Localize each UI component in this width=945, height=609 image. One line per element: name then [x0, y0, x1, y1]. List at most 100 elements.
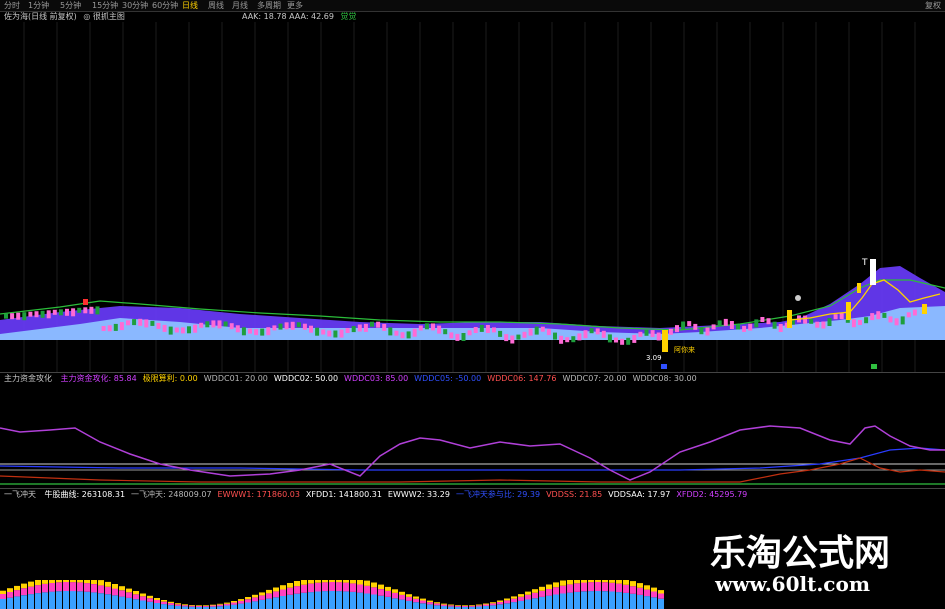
candle [315, 327, 320, 336]
histogram-bar [294, 586, 300, 594]
histogram-bar [28, 581, 34, 587]
histogram-bar [259, 599, 265, 609]
histogram-bar [315, 580, 321, 583]
candle [528, 328, 533, 336]
tab-1min[interactable]: 1分钟 [28, 0, 49, 11]
candle [52, 309, 57, 315]
tab-monthly[interactable]: 月线 [232, 0, 248, 11]
histogram-bar [581, 580, 587, 583]
histogram-bar [350, 580, 356, 584]
candle [821, 321, 826, 329]
indicator-value-7: VDDSAA: 17.97 [608, 490, 671, 499]
indicator2-name[interactable]: 一飞冲天 [4, 490, 36, 499]
top-marker: T [861, 258, 868, 268]
histogram-bar [280, 585, 286, 590]
candle [180, 327, 185, 334]
histogram-bar [42, 580, 48, 584]
tab-multi-period[interactable]: 多周期 [257, 0, 281, 11]
tab-30min[interactable]: 30分钟 [122, 0, 148, 11]
candle [461, 333, 466, 341]
candle [248, 328, 252, 334]
purple-indicator-line [0, 425, 945, 481]
histogram-bar [98, 585, 104, 594]
histogram-bar [14, 596, 20, 609]
candle [333, 330, 338, 338]
candle [211, 320, 216, 328]
candle [156, 322, 161, 329]
candle [620, 338, 625, 345]
tab-daily[interactable]: 日线 [182, 0, 198, 11]
indicator-value-6: WDDC06: 147.76 [487, 374, 557, 383]
indicator1-chart[interactable] [0, 384, 945, 488]
histogram-bar [399, 594, 405, 600]
stats-label: AAK: 18.78 AAA: 42.69 [242, 12, 334, 21]
candle [717, 320, 722, 327]
histogram-bar [147, 595, 153, 599]
indicator2-header: 一飞冲天 牛股曲线: 263108.31 一飞冲天: 248009.07 EWWW1… [4, 490, 747, 500]
histogram-bar [105, 581, 111, 587]
histogram-bar [315, 582, 321, 592]
histogram-bar [609, 582, 615, 592]
histogram-bar [182, 605, 188, 607]
tab-5min[interactable]: 5分钟 [60, 0, 81, 11]
histogram-bar [602, 591, 608, 609]
histogram-bar [406, 600, 412, 609]
histogram-bar [392, 589, 398, 593]
indicator-value-8: XFDD2: 45295.79 [676, 490, 748, 499]
indicator-value-4: EWWW2: 33.29 [387, 490, 450, 499]
candle [424, 323, 429, 330]
candle [479, 324, 484, 332]
tab-60min[interactable]: 60分钟 [152, 0, 178, 11]
main-chart[interactable]: T 3.09 阿你来 [0, 22, 945, 372]
candle [272, 325, 277, 331]
histogram-bar [560, 593, 566, 609]
histogram-bar [490, 605, 496, 609]
histogram-bar [112, 584, 118, 589]
candle [431, 323, 435, 331]
histogram-bar [35, 585, 41, 594]
tab-weekly[interactable]: 周线 [208, 0, 224, 11]
histogram-bar [245, 597, 251, 600]
histogram-bar [357, 584, 363, 593]
histogram-bar [469, 605, 475, 607]
main-panel-header: 佐为海(日线 前复权) ◎ 很抓主图 [4, 12, 125, 22]
histogram-bar [546, 589, 552, 596]
histogram-bar [196, 606, 202, 607]
candle [577, 333, 582, 341]
main-chart-option[interactable]: ◎ 很抓主图 [83, 12, 125, 21]
histogram-bar [14, 590, 20, 597]
histogram-bar [378, 589, 384, 596]
tab-minute[interactable]: 分时 [4, 0, 20, 11]
candle [864, 317, 869, 324]
candle [217, 320, 222, 329]
histogram-bar [497, 600, 503, 602]
histogram-bar [161, 600, 167, 602]
histogram-bar [70, 582, 76, 592]
histogram-bar [308, 583, 314, 593]
candle [46, 310, 51, 319]
candle [492, 327, 496, 333]
histogram-bar [336, 582, 342, 592]
tab-more[interactable]: 更多 [287, 0, 303, 11]
histogram-bar [273, 597, 279, 609]
tab-15min[interactable]: 15分钟 [92, 0, 118, 11]
candle [772, 321, 777, 329]
candle [119, 322, 124, 331]
histogram-bar [294, 581, 300, 587]
indicator1-name[interactable]: 主力资金攻化 [4, 374, 52, 383]
restore-button[interactable]: 复权 [925, 0, 941, 11]
histogram-bar [427, 600, 433, 603]
indicator-value-1: 一飞冲天: 248009.07 [131, 490, 212, 499]
candle [40, 310, 45, 318]
histogram-bar [224, 605, 230, 609]
candle [742, 325, 747, 332]
histogram-bar [322, 591, 328, 609]
candle [644, 329, 649, 336]
histogram-bar [7, 588, 13, 592]
candle [522, 331, 527, 338]
histogram-bar [658, 593, 664, 599]
histogram-bar [329, 580, 335, 582]
candle [595, 328, 600, 335]
histogram-bar [588, 582, 594, 592]
candle [559, 335, 564, 344]
